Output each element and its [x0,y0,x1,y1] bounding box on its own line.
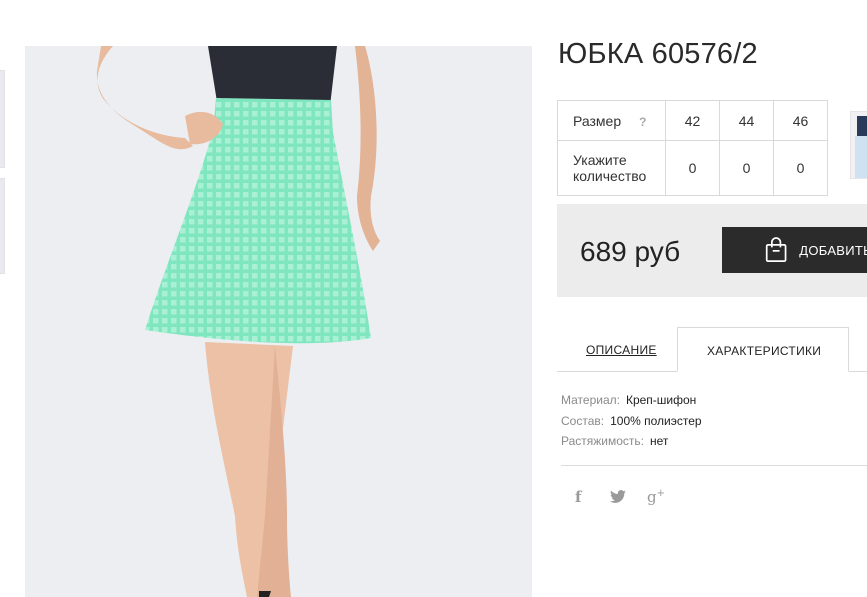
quantity-input-42[interactable]: 0 [665,140,720,196]
characteristics-list: Материал: Креп-шифон Состав: 100% полиэсте… [561,390,702,452]
facebook-icon[interactable]: f [575,488,581,506]
characteristic-key: Материал: [561,393,620,407]
quantity-label-cell: Укажите количество [557,140,666,196]
google-plus-sup: + [656,488,665,499]
price-box: 689 руб ДОБАВИТЬ [557,204,867,297]
tab-description[interactable]: ОПИСАНИЕ [586,343,657,357]
product-price: 689 руб [580,236,681,267]
tab-characteristics-label: ХАРАКТЕРИСТИКИ [707,344,822,358]
characteristic-key: Растяжимость: [561,434,645,448]
quantity-label: Укажите количество [573,152,647,184]
tab-characteristics[interactable]: ХАРАКТЕРИСТИКИ [677,327,849,372]
thumbnail-right[interactable] [850,111,867,179]
size-label: Размер [573,112,622,129]
characteristic-value: Креп-шифон [625,393,697,407]
size-44: 44 [719,100,774,141]
product-title: ЮБКА 60576/2 [558,38,758,70]
size-46: 46 [773,100,828,141]
size-42: 42 [665,100,720,141]
product-image [25,46,532,597]
thumbnail-left-1[interactable] [0,70,5,168]
add-to-cart-button[interactable]: ДОБАВИТЬ [722,227,867,273]
size-table: Размер? 42 44 46 Укажите количество 0 0 … [557,100,828,196]
characteristic-row: Состав: 100% полиэстер [561,411,702,432]
characteristic-value: нет [650,434,669,448]
add-to-cart-label: ДОБАВИТЬ [799,242,867,258]
size-help-icon[interactable]: ? [639,115,646,129]
quantity-input-46[interactable]: 0 [773,140,828,196]
google-plus-icon[interactable]: g+ [647,488,665,506]
tabs: ОПИСАНИЕ ХАРАКТЕРИСТИКИ [557,327,867,372]
characteristic-row: Растяжимость: нет [561,431,702,452]
thumbnail-left-2[interactable] [0,178,5,274]
size-label-cell: Размер? [557,100,666,141]
characteristic-key: Состав: [561,413,605,428]
quantity-input-44[interactable]: 0 [719,140,774,196]
section-divider [561,465,867,466]
characteristic-row: Материал: Креп-шифон [561,390,702,411]
shopping-bag-icon [765,237,787,262]
twitter-icon[interactable] [610,490,626,508]
google-plus-glyph: g [647,488,657,506]
characteristic-value: 100% полиэстер [610,413,702,428]
